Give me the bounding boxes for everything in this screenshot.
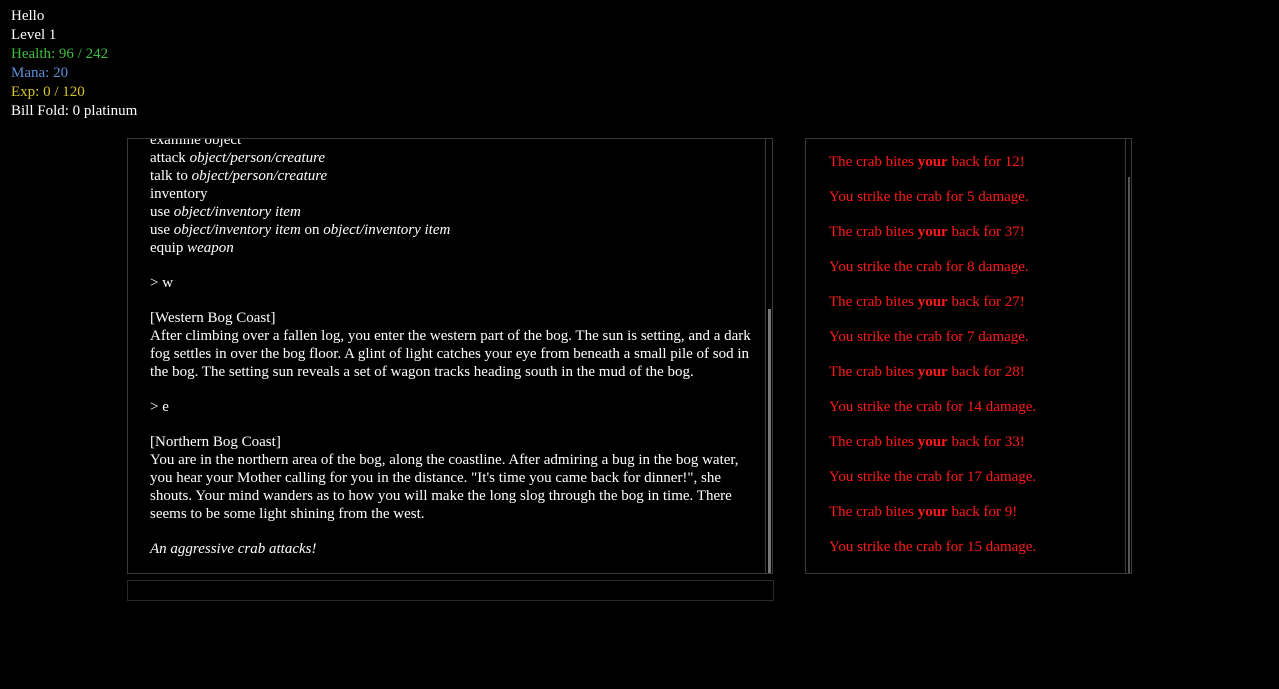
combat-message-emphasis: your — [917, 504, 948, 520]
story-log-panel[interactable]: examine object attack object/person/crea… — [127, 138, 773, 574]
combat-message-text: You strike the crab for 17 damage. — [829, 469, 1037, 485]
command-argument: object/person/creature — [189, 150, 326, 166]
combat-message-text: back for 33! — [947, 434, 1025, 450]
combat-message-text: back for 27! — [947, 294, 1025, 310]
command-argument: object/inventory item — [323, 222, 451, 238]
story-scrollbar-thumb[interactable] — [768, 309, 771, 573]
combat-message-text: The crab bites — [829, 364, 918, 380]
health-text: Health: 96 / 242 — [11, 46, 109, 62]
room-description: You are in the northern area of the bog,… — [150, 452, 739, 522]
room-title: [Northern Bog Coast] — [150, 434, 281, 450]
command-help-item: attack object/person/creature — [150, 149, 752, 167]
combat-scrollbar-thumb[interactable] — [1128, 177, 1130, 573]
combat-message-text: back for 9! — [947, 504, 1018, 520]
combat-message: You strike the crab for 8 damage. — [829, 257, 1121, 292]
greeting-text: Hello — [11, 8, 45, 24]
combat-message-text: The crab bites — [829, 294, 918, 310]
combat-message-text: You strike the crab for 14 damage. — [829, 399, 1037, 415]
combat-message: The crab bites your back for 37! — [829, 222, 1121, 257]
command-argument: object/inventory item — [173, 204, 301, 220]
combat-message-text: back for 12! — [947, 154, 1025, 170]
room-description: After climbing over a fallen log, you en… — [150, 328, 751, 380]
room-title: [Western Bog Coast] — [150, 310, 276, 326]
player-command: > w — [150, 275, 174, 291]
mana-text: Mana: 20 — [11, 65, 69, 81]
combat-message-text: back for 28! — [947, 364, 1025, 380]
command-input[interactable] — [127, 580, 774, 601]
combat-message-text: back for 37! — [947, 224, 1025, 240]
exp-text: Exp: 0 / 120 — [11, 84, 85, 100]
combat-message: You strike the crab for 17 damage. — [829, 467, 1121, 502]
combat-message: You strike the crab for 14 damage. — [829, 397, 1121, 432]
command-argument: weapon — [187, 240, 234, 256]
combat-message: You strike the crab for 7 damage. — [829, 327, 1121, 362]
command-argument: object/inventory item — [173, 222, 301, 238]
combat-message-text: The crab bites — [829, 504, 918, 520]
combat-message-emphasis: your — [917, 154, 948, 170]
combat-message-emphasis: your — [917, 294, 948, 310]
combat-message: The crab bites your back for 27! — [829, 292, 1121, 327]
combat-message-text: You strike the crab for 8 damage. — [829, 259, 1029, 275]
command-argument: object/person/creature — [191, 168, 328, 184]
combat-message-text: The crab bites — [829, 434, 918, 450]
command-help-item: use object/inventory item — [150, 203, 752, 221]
combat-message-text: The crab bites — [829, 224, 918, 240]
combat-message-emphasis: your — [917, 224, 948, 240]
combat-message-emphasis: your — [917, 364, 948, 380]
story-cut-line: examine object — [150, 139, 242, 148]
player-command: > e — [150, 399, 169, 415]
combat-message: The crab bites your back for 12! — [829, 152, 1121, 187]
command-connector: on — [300, 222, 324, 238]
combat-message: The crab bites your back for 28! — [829, 362, 1121, 397]
player-stats: Hello Level 1 Health: 96 / 242 Mana: 20 … — [11, 7, 137, 121]
combat-log-panel[interactable]: The crab bites your back for 12! You stri… — [805, 138, 1132, 574]
combat-message-emphasis: your — [917, 434, 948, 450]
command-verb: use — [150, 222, 174, 238]
combat-message: The crab bites your back for 9! — [829, 502, 1121, 537]
story-log-viewport: examine object attack object/person/crea… — [128, 139, 764, 573]
combat-message: The crab bites your back for 33! — [829, 432, 1121, 467]
level-text: Level 1 — [11, 27, 57, 43]
command-help-item: use object/inventory item on object/inve… — [150, 221, 752, 239]
command-help-list: attack object/person/creature talk to obj… — [150, 149, 752, 257]
story-log-content: examine object attack object/person/crea… — [150, 139, 752, 558]
combat-message-text: You strike the crab for 15 damage. — [829, 539, 1037, 555]
command-verb: equip — [150, 240, 188, 256]
combat-message-text: You strike the crab for 5 damage. — [829, 189, 1029, 205]
combat-message-text: You strike the crab for 7 damage. — [829, 329, 1029, 345]
event-message: An aggressive crab attacks! — [150, 541, 317, 557]
billfold-text: Bill Fold: 0 platinum — [11, 103, 138, 119]
combat-message: You strike the crab for 5 damage. — [829, 187, 1121, 222]
combat-message-text: The crab bites — [829, 154, 918, 170]
command-help-item: equip weapon — [150, 239, 752, 257]
command-verb: use — [150, 204, 174, 220]
combat-log-list: The crab bites your back for 12! You stri… — [829, 152, 1121, 572]
command-verb: talk to — [150, 168, 192, 184]
command-verb: inventory — [150, 186, 208, 202]
combat-message: You strike the crab for 15 damage. — [829, 537, 1121, 572]
command-verb: attack — [150, 150, 190, 166]
command-help-item: talk to object/person/creature — [150, 167, 752, 185]
command-help-item: inventory — [150, 185, 752, 203]
